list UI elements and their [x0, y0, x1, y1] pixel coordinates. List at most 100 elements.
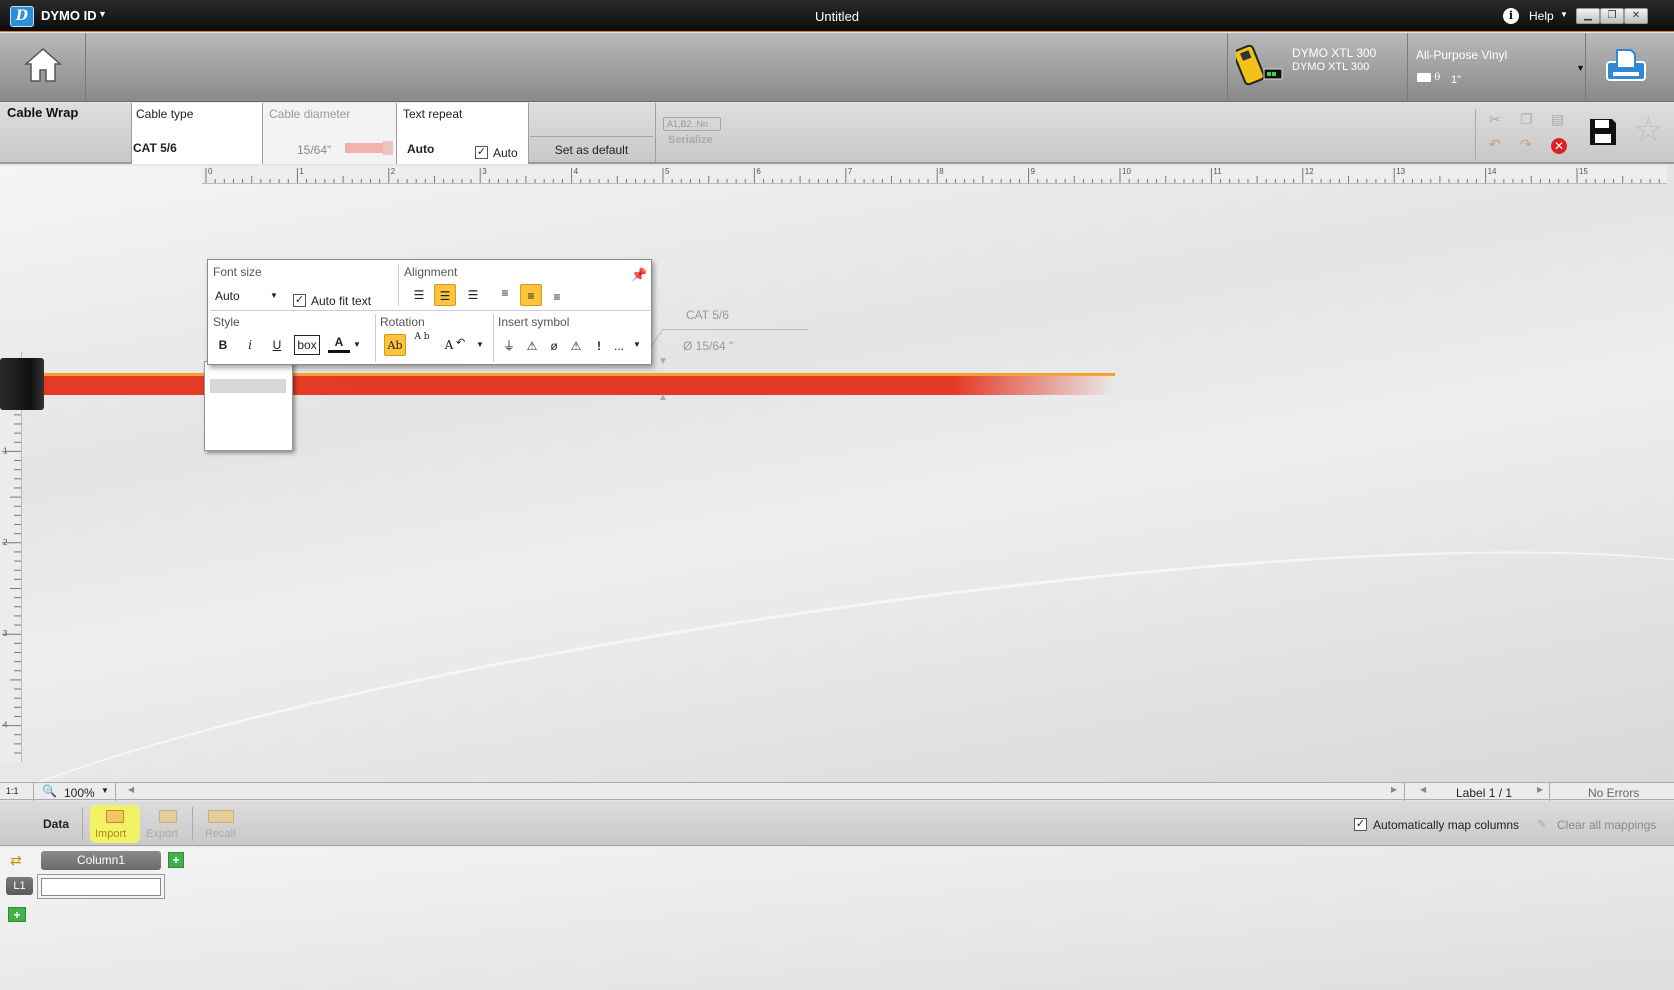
copy-icon[interactable]: ❐ — [1520, 111, 1533, 128]
ruler-label: 4 — [574, 167, 579, 176]
printer-selector[interactable]: DYMO XTL 300 DYMO XTL 300 — [1227, 33, 1407, 102]
data-mapping-icon[interactable]: ⇄ — [10, 852, 28, 868]
ruler-label: 14 — [1488, 167, 1497, 176]
chevron-down-icon[interactable]: ▼ — [101, 786, 109, 795]
underline-button[interactable]: U — [266, 334, 288, 356]
align-center-icon[interactable]: ☰ — [434, 284, 456, 306]
text-repeat-value: Auto — [407, 142, 435, 156]
home-button[interactable] — [0, 33, 86, 102]
ruler-label: 1 — [299, 167, 304, 176]
clear-mappings-button[interactable]: Clear all mappings — [1557, 818, 1656, 832]
label-counter: Label 1 / 1 — [1456, 786, 1513, 800]
auto-map-checkbox[interactable]: ✓ — [1354, 818, 1367, 831]
info-icon[interactable]: i — [1503, 8, 1519, 24]
set-as-default-button[interactable]: Set as default — [529, 143, 654, 157]
ruler-label: 2 — [3, 538, 8, 547]
fit-to-window-icon[interactable]: 1:1 — [6, 786, 19, 796]
text-repeat-heading: Text repeat — [403, 107, 463, 121]
chevron-down-icon[interactable]: ▼ — [1576, 63, 1585, 73]
main-toolbar: DYMO XTL 300 DYMO XTL 300 All-Purpose Vi… — [0, 33, 1674, 102]
paste-icon[interactable]: ▤ — [1551, 111, 1564, 128]
hazard-symbol-icon[interactable]: ⚠ — [565, 335, 587, 357]
ruler-label: 13 — [1396, 167, 1405, 176]
horizontal-ruler: 0 1 2 3 4 5 6 7 8 9 10 11 12 13 14 15 — [202, 166, 1667, 184]
export-label: Export — [146, 828, 178, 840]
align-right-icon[interactable]: ☰ — [462, 284, 484, 306]
print-icon — [1606, 49, 1646, 81]
restore-button[interactable]: ❐ — [1600, 8, 1624, 24]
serialize-button[interactable]: Serialize — [668, 134, 713, 146]
font-size-heading: Font size — [213, 265, 262, 279]
ruler-label: 4 — [3, 721, 8, 730]
rotation-vertical-button[interactable]: A b — [411, 332, 433, 354]
row-header[interactable]: L1 — [6, 877, 33, 895]
previous-label-icon[interactable]: ◀ — [1420, 785, 1426, 794]
font-size-dropdown[interactable]: Auto — [215, 289, 240, 303]
recall-button[interactable]: Recall — [200, 805, 244, 843]
bold-button[interactable]: B — [212, 334, 234, 356]
align-left-icon[interactable]: ☰ — [408, 284, 430, 306]
arrow-up-icon: ▲ — [658, 392, 668, 403]
cable-diameter-selector[interactable]: Cable diameter 15/64" — [263, 103, 396, 164]
cable-type-selector[interactable]: Cable type CAT 5/6 — [132, 103, 262, 164]
scroll-right-icon[interactable]: ▶ — [1391, 785, 1397, 794]
exclamation-symbol-icon[interactable]: ! — [588, 335, 610, 357]
label-preview[interactable] — [204, 361, 293, 451]
text-repeat-auto-label: Auto — [493, 146, 518, 160]
rotation-horizontal-button[interactable]: Ab — [384, 334, 406, 356]
print-button[interactable] — [1585, 33, 1674, 102]
favorite-star-icon[interactable]: ☆ — [1633, 113, 1663, 147]
chevron-down-icon[interactable]: ▼ — [476, 340, 484, 349]
serialize-icon[interactable]: A1,B2..Nn — [663, 117, 721, 131]
warning-symbol-icon[interactable]: ⚠ — [521, 335, 543, 357]
home-icon — [24, 47, 62, 82]
zoom-level[interactable]: 100% — [64, 786, 95, 800]
label-text-placeholder[interactable] — [210, 379, 286, 393]
eraser-icon[interactable]: ✎ — [1537, 817, 1547, 831]
no-symbol-icon[interactable]: ø — [543, 335, 565, 357]
close-window-button[interactable]: ✕ — [1624, 8, 1648, 24]
scroll-left-icon[interactable]: ◀ — [128, 785, 134, 794]
minimize-button[interactable]: ▁ — [1576, 8, 1600, 24]
column-header[interactable]: Column1 — [41, 851, 161, 870]
auto-fit-checkbox[interactable]: ✓ — [293, 294, 306, 307]
data-cell[interactable] — [41, 878, 161, 896]
ruler-label: 3 — [3, 629, 8, 638]
chevron-down-icon[interactable]: ▼ — [633, 340, 641, 349]
media-selector[interactable]: All-Purpose Vinyl ⍬ 1" ▼ — [1407, 33, 1585, 102]
text-repeat-auto-checkbox[interactable]: ✓ — [475, 146, 488, 159]
next-label-icon[interactable]: ▶ — [1537, 785, 1543, 794]
auto-fit-label: Auto fit text — [311, 294, 372, 308]
pin-icon[interactable]: 📌 — [631, 267, 647, 283]
text-repeat-selector[interactable]: Text repeat Auto ✓ Auto — [397, 103, 528, 164]
chevron-down-icon[interactable]: ▼ — [270, 291, 278, 300]
font-color-button[interactable]: A — [328, 333, 350, 353]
cut-icon[interactable]: ✂ — [1489, 111, 1501, 128]
redo-icon[interactable]: ↷ — [1520, 136, 1532, 153]
more-symbols-button[interactable]: ... — [608, 335, 630, 357]
align-top-icon[interactable]: ≡ — [494, 282, 516, 304]
add-column-button[interactable]: + — [168, 852, 184, 868]
import-button[interactable]: Import — [90, 805, 140, 843]
cable-diameter-value: 15/64" — [297, 143, 332, 157]
align-middle-icon[interactable]: ≡ — [520, 284, 542, 306]
chevron-down-icon[interactable]: ▼ — [1560, 10, 1568, 19]
cable-graphic — [40, 373, 1115, 395]
chevron-down-icon[interactable]: ▼ — [353, 340, 361, 349]
add-row-button[interactable]: + — [8, 907, 26, 922]
help-menu-button[interactable]: Help — [1529, 9, 1554, 23]
cable-type-heading: Cable type — [136, 107, 194, 121]
zoom-icon[interactable]: 🔍 — [42, 784, 57, 798]
text-format-panel: Font size Auto ▼ ✓ Auto fit text Alignme… — [207, 259, 652, 365]
ground-symbol-icon[interactable]: ⏚ — [498, 335, 520, 357]
export-button[interactable]: Export — [144, 805, 192, 843]
box-button[interactable]: box — [294, 335, 320, 355]
clear-label-icon[interactable]: ✕ — [1551, 138, 1567, 154]
printer-name: DYMO XTL 300 — [1292, 46, 1377, 60]
undo-icon[interactable]: ↶ — [1489, 136, 1501, 153]
save-icon[interactable] — [1588, 117, 1618, 147]
ruler-label: 1 — [3, 446, 8, 455]
align-bottom-icon[interactable]: ≡ — [546, 286, 568, 308]
data-panel-title: Data — [43, 817, 70, 831]
italic-button[interactable]: i — [239, 334, 261, 356]
